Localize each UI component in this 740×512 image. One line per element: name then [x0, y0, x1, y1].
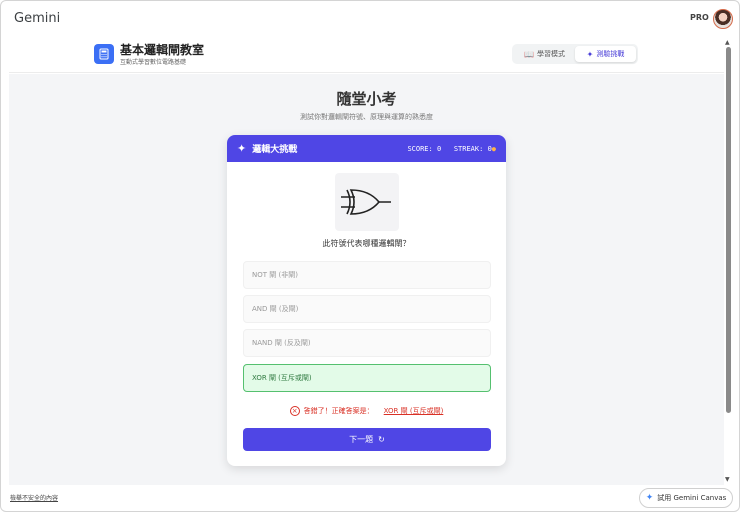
scrollbar-thumb[interactable] [726, 47, 731, 413]
canvas-button-label: 試用 Gemini Canvas [657, 494, 727, 502]
report-unsafe-link[interactable]: 檢舉不安全的內容 [10, 493, 58, 502]
next-button-label: 下一題 [349, 435, 374, 444]
browser-window: Gemini PRO 基本邏輯閘教室 互動式學習數位電路基礎 📖 學習模式 ✦ … [0, 0, 740, 512]
feedback-text: 答錯了！正確答案是： [303, 407, 374, 415]
sparkle-icon: ✦ [645, 493, 654, 503]
xor-gate-icon [341, 189, 391, 215]
error-icon: × [289, 406, 300, 416]
quiz-card-header: ✦ 邏輯大挑戰 SCORE: 0 STREAK: 0● [227, 135, 506, 162]
avatar[interactable] [713, 9, 733, 29]
app-title: 基本邏輯閘教室 [120, 43, 205, 57]
score-label: SCORE: [407, 144, 433, 153]
question-text: 此符號代表哪種邏輯閘？ [322, 239, 411, 248]
tab-learning-label: 學習模式 [536, 50, 565, 58]
main-content: 隨堂小考 測試你對邏輯閘符號、原理與運算的熟悉度 ✦ 邏輯大挑戰 SCORE: … [9, 74, 724, 485]
calculator-icon [94, 44, 114, 64]
tab-quiz-label: 測驗挑戰 [596, 50, 625, 58]
refresh-icon: ↻ [378, 435, 385, 444]
scroll-down-icon[interactable]: ▼ [725, 476, 730, 483]
correct-answer: XOR 閘 (互斥或閘) [383, 407, 444, 415]
next-question-button[interactable]: 下一題 ↻ [243, 428, 491, 451]
answer-option-not[interactable]: NOT 閘 (非閘) [243, 261, 491, 289]
brain-icon: ✦ [586, 49, 594, 59]
app-header: 基本邏輯閘教室 互動式學習數位電路基礎 📖 學習模式 ✦ 測驗挑戰 [9, 37, 724, 73]
tab-quiz-challenge[interactable]: ✦ 測驗挑戰 [575, 46, 636, 62]
top-bar: Gemini PRO [1, 1, 739, 37]
answer-option-xor[interactable]: XOR 閘 (互斥或閘) [243, 364, 491, 392]
feedback-message: × 答錯了！正確答案是： XOR 閘 (互斥或閘) [227, 406, 506, 416]
answer-option-nand[interactable]: NAND 閘 (反及閘) [243, 329, 491, 357]
app-subtitle: 互動式學習數位電路基礎 [120, 59, 187, 66]
answer-option-and[interactable]: AND 閘 (及閘) [243, 295, 491, 323]
book-icon: 📖 [524, 49, 534, 59]
score-value: 0 [436, 144, 442, 153]
quiz-title: 邏輯大挑戰 [252, 145, 298, 155]
streak-label: STREAK: [453, 144, 484, 153]
try-canvas-button[interactable]: ✦ 試用 Gemini Canvas [639, 488, 733, 508]
page-subtitle: 測試你對邏輯閘符號、原理與運算的熟悉度 [300, 113, 433, 121]
page-title: 隨堂小考 [336, 90, 397, 108]
pro-badge: PRO [690, 13, 709, 22]
logic-gate-symbol [335, 173, 399, 231]
scroll-up-icon[interactable]: ▲ [725, 39, 730, 46]
brain-icon: ✦ [237, 142, 247, 155]
score-display: SCORE: 0 STREAK: 0● [407, 145, 496, 153]
tab-learning-mode[interactable]: 📖 學習模式 [514, 46, 575, 62]
gemini-brand: Gemini [14, 11, 61, 26]
mode-switcher: 📖 學習模式 ✦ 測驗挑戰 [512, 44, 638, 64]
quiz-card: ✦ 邏輯大挑戰 SCORE: 0 STREAK: 0● 此符號代表哪種邏輯閘？ … [227, 135, 506, 466]
flame-icon: ● [491, 144, 496, 153]
